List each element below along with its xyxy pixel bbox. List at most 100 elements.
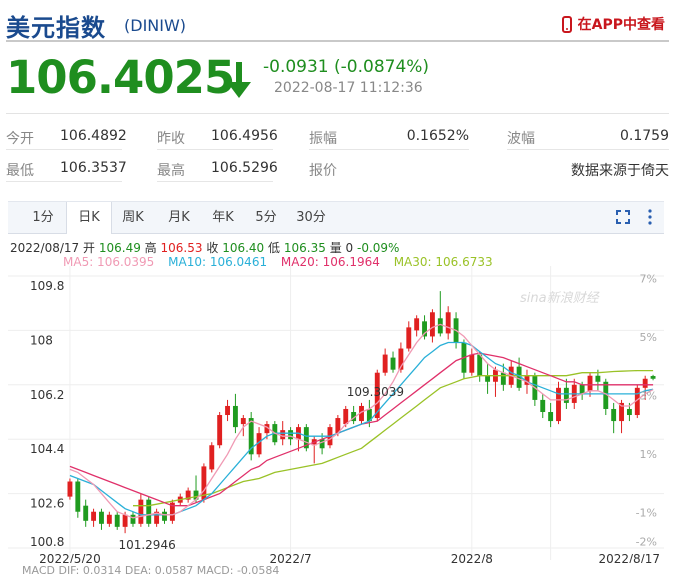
stat-value: 0.1759 bbox=[620, 128, 669, 144]
candle-body bbox=[91, 511, 97, 521]
ohlc-vol: 0 bbox=[345, 241, 354, 255]
period-tabbar: 1分 日K 周K 月K 年K 5分 30分 bbox=[8, 201, 664, 234]
ohlc-info: 2022/08/17 开 106.49 高 106.53 收 106.40 低 … bbox=[10, 239, 399, 256]
header-divider bbox=[6, 40, 669, 42]
candle-body bbox=[146, 499, 152, 524]
pct-tick-label: 1% bbox=[640, 448, 657, 461]
x-tick-label: 2022/8 bbox=[451, 552, 493, 563]
candle-body bbox=[382, 354, 388, 373]
candle-body bbox=[67, 481, 73, 497]
candle-body bbox=[437, 318, 443, 334]
stats-divider bbox=[6, 113, 669, 114]
candle-body bbox=[138, 499, 144, 524]
ohlc-pct: -0.09% bbox=[357, 241, 400, 255]
kline-chart[interactable]: sina新浪财经 109.8 108 106.2 104.4 102.6 100.8 7% 5… bbox=[0, 266, 677, 563]
stat-amplitude: 振幅 0.1652% bbox=[309, 123, 469, 150]
stat-value: 106.3537 bbox=[60, 160, 127, 176]
candle-body bbox=[99, 511, 104, 524]
phone-icon bbox=[561, 15, 572, 33]
candle-body bbox=[122, 514, 128, 527]
y-tick-label: 109.8 bbox=[30, 279, 64, 293]
ohlc-low: 106.35 bbox=[283, 241, 326, 255]
ohlc-close-label: 收 bbox=[206, 241, 219, 255]
candle-body bbox=[642, 378, 648, 388]
y-tick-label: 104.4 bbox=[30, 442, 64, 456]
stat-range: 波幅 0.1759 bbox=[507, 123, 669, 150]
candle-body bbox=[579, 384, 585, 394]
stat-label: 振幅 bbox=[309, 131, 337, 147]
macd-info: MACD DIF: 0.0314 DEA: 0.0587 MACD: -0.05… bbox=[22, 564, 280, 577]
fullscreen-icon[interactable] bbox=[616, 210, 630, 224]
stat-low: 最低 106.3537 bbox=[6, 155, 127, 182]
candle-body bbox=[240, 418, 246, 425]
pct-tick-label: -2% bbox=[636, 536, 657, 549]
page-title: 美元指数 bbox=[6, 14, 106, 42]
candle-body bbox=[130, 514, 136, 524]
down-arrow-icon bbox=[227, 62, 251, 98]
candle-body bbox=[390, 357, 396, 370]
x-tick-label: 2022/5/20 bbox=[39, 552, 101, 563]
stat-label: 今开 bbox=[6, 131, 34, 147]
candle-body bbox=[500, 372, 506, 385]
candle-body bbox=[406, 327, 412, 349]
candle-body bbox=[414, 318, 420, 331]
stats-row-2: 最低 106.3537 最高 106.5296 报价 数据来源于倚天 bbox=[6, 155, 669, 185]
candle-body bbox=[540, 399, 546, 412]
candle-body bbox=[626, 408, 632, 416]
ohlc-high: 106.53 bbox=[160, 241, 203, 255]
candle-body bbox=[209, 445, 215, 470]
price-change: -0.0931 (-0.0874%) bbox=[263, 57, 430, 77]
candle-body bbox=[162, 511, 167, 521]
ohlc-open-label: 开 bbox=[83, 241, 96, 255]
candle-body bbox=[106, 514, 112, 524]
open-in-app-label: 在APP中查看 bbox=[577, 17, 665, 33]
stat-label: 昨收 bbox=[157, 131, 185, 147]
tab-1min[interactable]: 1分 bbox=[28, 202, 58, 233]
pct-tick-label: -1% bbox=[636, 506, 657, 519]
candle-body bbox=[429, 312, 435, 337]
open-in-app-link[interactable]: 在APP中查看 bbox=[561, 14, 665, 34]
candle-body bbox=[563, 387, 569, 403]
candle-body bbox=[650, 376, 656, 379]
x-tick-label: 2022/7 bbox=[269, 552, 311, 563]
more-options-icon[interactable] bbox=[648, 208, 652, 226]
y-tick-label: 102.6 bbox=[30, 497, 64, 511]
candle-body bbox=[445, 312, 451, 334]
min-price-label: 101.2946 bbox=[118, 538, 175, 552]
candle-body bbox=[469, 354, 475, 373]
y-tick-label: 100.8 bbox=[30, 535, 64, 549]
stat-value: 0.1652% bbox=[406, 128, 469, 144]
stat-value: 106.4956 bbox=[211, 128, 278, 144]
pct-tick-label: 5% bbox=[640, 331, 657, 344]
x-tick-label: 2022/8/17 bbox=[598, 552, 660, 563]
tab-30min[interactable]: 30分 bbox=[294, 202, 328, 233]
pct-tick-label: 3% bbox=[640, 389, 657, 402]
candle-body bbox=[232, 405, 238, 428]
candle-body bbox=[319, 439, 325, 449]
candle-body bbox=[280, 430, 286, 440]
candle-body bbox=[225, 405, 230, 416]
stats-row-1: 今开 106.4892 昨收 106.4956 振幅 0.1652% 波幅 0.… bbox=[6, 123, 669, 153]
candle-body bbox=[611, 408, 617, 422]
max-price-label: 109.3039 bbox=[347, 385, 404, 399]
ohlc-close: 106.40 bbox=[222, 241, 265, 255]
stat-label: 报价 bbox=[309, 163, 337, 179]
stat-prev-close: 昨收 106.4956 bbox=[157, 123, 278, 150]
ohlc-date: 2022/08/17 bbox=[10, 241, 80, 255]
stat-source: 报价 数据来源于倚天 bbox=[309, 155, 669, 181]
candle-body bbox=[485, 375, 491, 382]
data-source-text: 数据来源于倚天 bbox=[571, 163, 669, 179]
tab-5min[interactable]: 5分 bbox=[254, 202, 278, 233]
pct-tick-label: 7% bbox=[640, 272, 657, 285]
stat-open: 今开 106.4892 bbox=[6, 123, 127, 150]
tab-daily-k[interactable]: 日K bbox=[66, 202, 112, 234]
quote-time: 2022-08-17 11:12:36 bbox=[274, 80, 423, 96]
tab-monthly-k[interactable]: 月K bbox=[164, 202, 194, 233]
candle-body bbox=[343, 408, 349, 425]
ohlc-open: 106.49 bbox=[98, 241, 141, 255]
candle-body bbox=[595, 375, 601, 382]
tab-weekly-k[interactable]: 周K bbox=[118, 202, 148, 233]
ohlc-low-label: 低 bbox=[268, 241, 281, 255]
y-tick-label: 108 bbox=[30, 333, 53, 347]
tab-yearly-k[interactable]: 年K bbox=[208, 202, 238, 233]
